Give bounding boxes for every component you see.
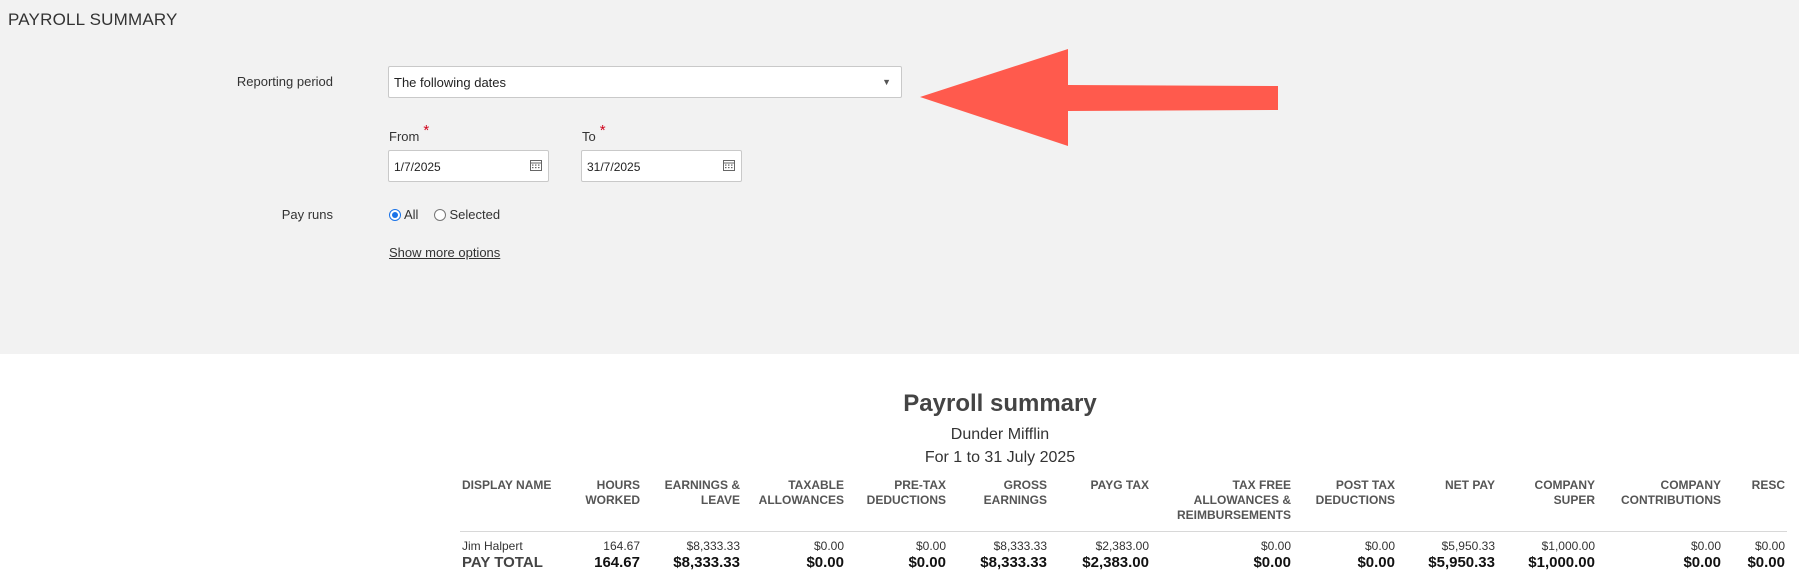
cell-taxable-allowances: $0.00	[813, 539, 844, 553]
cell-post-tax-deductions: $0.00	[1364, 539, 1395, 553]
table-total-row: PAY TOTAL 164.67 $8,333.33 $0.00 $0.00 $…	[460, 553, 1787, 571]
cell-earnings-leave: $8,333.33	[686, 539, 740, 553]
report-title: Payroll summary	[903, 390, 1097, 417]
col-post-tax-deductions: POST TAX DEDUCTIONS	[1293, 476, 1397, 532]
calendar-icon[interactable]	[723, 159, 735, 171]
cell-net-pay: $5,950.33	[1441, 539, 1495, 553]
chevron-down-icon: ▼	[882, 77, 891, 87]
pay-runs-all-option[interactable]: All	[389, 207, 418, 222]
table-header-row: DISPLAY NAME HOURS WORKED EARNINGS & LEA…	[460, 476, 1787, 532]
col-pre-tax-deductions: PRE-TAX DEDUCTIONS	[846, 476, 948, 532]
cell-tax-free-allowances: $0.00	[1260, 539, 1291, 553]
total-tax-free-allowances: $0.00	[1253, 554, 1291, 571]
cell-hours: 164.67	[603, 539, 640, 553]
pay-runs-radio-group: All Selected	[389, 207, 516, 222]
table-row: Jim Halpert 164.67 $8,333.33 $0.00 $0.00…	[460, 532, 1787, 553]
payroll-summary-table: DISPLAY NAME HOURS WORKED EARNINGS & LEA…	[460, 476, 1787, 571]
reporting-period-select[interactable]: The following dates ▼	[388, 66, 902, 98]
col-taxable-allowances: TAXABLE ALLOWANCES	[742, 476, 846, 532]
report-options-panel: PAYROLL SUMMARY Reporting period The fol…	[0, 0, 1799, 354]
total-hours: 164.67	[594, 554, 640, 571]
pay-runs-selected-label: Selected	[449, 207, 501, 222]
total-gross-earnings: $8,333.33	[980, 554, 1047, 571]
total-payg-tax: $2,383.00	[1082, 554, 1149, 571]
cell-gross-earnings: $8,333.33	[993, 539, 1047, 553]
cell-payg-tax: $2,383.00	[1095, 539, 1149, 553]
total-taxable-allowances: $0.00	[806, 554, 844, 571]
total-earnings-leave: $8,333.33	[673, 554, 740, 571]
total-net-pay: $5,950.33	[1428, 554, 1495, 571]
pay-runs-label: Pay runs	[281, 207, 333, 222]
total-company-super: $1,000.00	[1528, 554, 1595, 571]
show-more-options-link[interactable]: Show more options	[389, 245, 500, 260]
from-date-value: 1/7/2025	[394, 160, 441, 174]
col-resc: RESC	[1723, 476, 1787, 532]
report-period: For 1 to 31 July 2025	[924, 449, 1076, 466]
red-arrow-annotation	[920, 49, 1278, 146]
total-resc: $0.00	[1747, 554, 1785, 571]
required-indicator: *	[599, 122, 606, 139]
report-company: Dunder Mifflin	[950, 426, 1050, 443]
col-company-contributions: COMPANY CONTRIBUTIONS	[1597, 476, 1723, 532]
reporting-period-value: The following dates	[394, 75, 507, 90]
reporting-period-label: Reporting period	[236, 74, 333, 89]
col-payg-tax: PAYG TAX	[1049, 476, 1151, 532]
col-hours-worked: HOURS WORKED	[568, 476, 642, 532]
col-earnings-leave: EARNINGS & LEAVE	[642, 476, 742, 532]
cell-resc: $0.00	[1754, 539, 1785, 553]
total-post-tax-deductions: $0.00	[1357, 554, 1395, 571]
from-date-input[interactable]: 1/7/2025	[388, 150, 549, 182]
total-label: PAY TOTAL	[462, 554, 543, 571]
calendar-icon[interactable]	[530, 159, 542, 171]
to-date-value: 31/7/2025	[587, 160, 641, 174]
col-company-super: COMPANY SUPER	[1497, 476, 1597, 532]
total-pre-tax-deductions: $0.00	[908, 554, 946, 571]
to-date-input[interactable]: 31/7/2025	[581, 150, 742, 182]
col-net-pay: NET PAY	[1397, 476, 1497, 532]
col-tax-free-allowances: TAX FREE ALLOWANCES & REIMBURSEMENTS	[1151, 476, 1293, 532]
col-gross-earnings: GROSS EARNINGS	[948, 476, 1049, 532]
pay-runs-selected-option[interactable]: Selected	[434, 207, 500, 222]
cell-company-contributions: $0.00	[1690, 539, 1721, 553]
radio-selected[interactable]	[434, 208, 447, 221]
pay-runs-all-label: All	[404, 207, 419, 222]
page-title: PAYROLL SUMMARY	[8, 10, 178, 29]
required-indicator: *	[423, 122, 430, 139]
cell-pre-tax-deductions: $0.00	[915, 539, 946, 553]
cell-company-super: $1,000.00	[1541, 539, 1595, 553]
total-company-contributions: $0.00	[1683, 554, 1721, 571]
to-label: To *	[582, 122, 606, 144]
cell-display-name[interactable]: Jim Halpert	[460, 532, 568, 553]
radio-all[interactable]	[389, 208, 401, 221]
from-label: From *	[389, 122, 430, 144]
col-display-name: DISPLAY NAME	[460, 476, 568, 532]
